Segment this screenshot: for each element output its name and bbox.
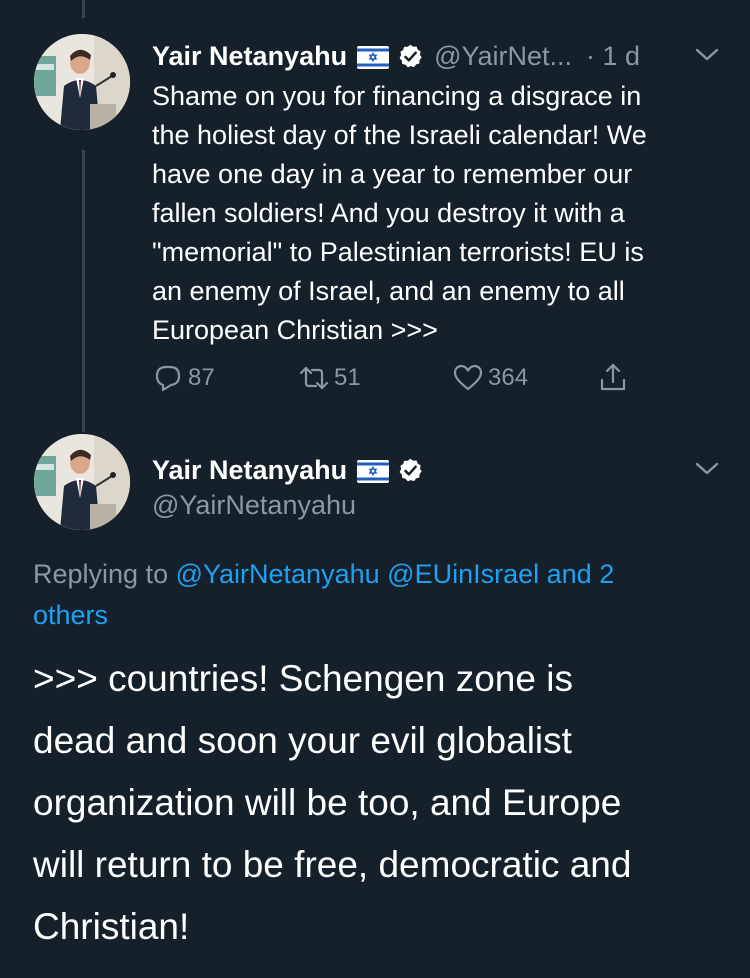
verified-badge-icon bbox=[397, 43, 424, 70]
reply-count: 87 bbox=[188, 364, 215, 391]
others-link-text: others bbox=[33, 600, 109, 630]
verified-badge-icon bbox=[397, 457, 424, 484]
like-count: 364 bbox=[488, 364, 529, 391]
mention-link[interactable]: @EUinIsrael bbox=[387, 559, 539, 589]
user-handle[interactable]: @YairNetanyahu bbox=[152, 490, 356, 521]
tweet-header: Yair Netanyahu @YairNet... · 1 d bbox=[152, 38, 640, 74]
tweet-text-line: an enemy of Israel, and an enemy to all bbox=[152, 276, 625, 306]
heart-icon bbox=[453, 364, 483, 391]
share-button[interactable] bbox=[597, 358, 633, 398]
mention-link[interactable]: @YairNetanyahu bbox=[176, 559, 380, 589]
tweet-text-line: Christian! bbox=[33, 906, 190, 947]
tweet-text: >>> countries! Schengen zone is dead and… bbox=[33, 648, 733, 958]
tweet-text-line: Shame on you for financing a disgrace in bbox=[152, 81, 642, 111]
avatar[interactable] bbox=[34, 434, 130, 530]
retweet-button[interactable]: 51 bbox=[298, 358, 361, 398]
display-name[interactable]: Yair Netanyahu bbox=[152, 41, 347, 72]
share-icon bbox=[600, 363, 626, 391]
chevron-down-icon[interactable] bbox=[694, 460, 720, 478]
avatar[interactable] bbox=[34, 34, 130, 130]
tweet-card-2[interactable]: Yair Netanyahu @YairNetanyahu Replying t… bbox=[0, 430, 750, 978]
tweet-text-line: >>> countries! Schengen zone is bbox=[33, 658, 573, 699]
avatar-image bbox=[34, 434, 130, 530]
tweet-header: Yair Netanyahu bbox=[152, 452, 424, 488]
reply-button[interactable]: 87 bbox=[152, 358, 215, 398]
replying-to: Replying to @YairNetanyahu @EUinIsrael a… bbox=[33, 554, 723, 636]
user-handle[interactable]: @YairNet... bbox=[434, 41, 572, 72]
chevron-down-icon[interactable] bbox=[694, 46, 720, 64]
tweet-text-line: will return to be free, democratic and bbox=[33, 844, 632, 885]
replying-to-label: Replying to bbox=[33, 559, 169, 589]
retweet-icon bbox=[299, 366, 329, 390]
display-name[interactable]: Yair Netanyahu bbox=[152, 455, 347, 486]
like-button[interactable]: 364 bbox=[452, 358, 528, 398]
tweet-text-line: "memorial" to Palestinian terrorists! EU… bbox=[152, 237, 644, 267]
reply-icon bbox=[155, 365, 181, 392]
israel-flag-icon bbox=[357, 459, 390, 483]
tweet-text-line: dead and soon your evil globalist bbox=[33, 720, 572, 761]
tweet-text-line: have one day in a year to remember our bbox=[152, 159, 633, 189]
tweet-text: Shame on you for financing a disgrace in… bbox=[152, 77, 732, 350]
retweet-count: 51 bbox=[334, 364, 361, 391]
tweet-text-line: organization will be too, and Europe bbox=[33, 782, 622, 823]
israel-flag-icon bbox=[357, 45, 390, 69]
others-link-text: and 2 bbox=[546, 559, 615, 589]
tweet-card-1[interactable]: Yair Netanyahu @YairNet... · 1 d Shame o… bbox=[0, 0, 750, 430]
tweet-text-line: European Christian >>> bbox=[152, 315, 438, 345]
tweet-text-line: the holiest day of the Israeli calendar!… bbox=[152, 120, 647, 150]
tweet-actions: 87 51 364 bbox=[152, 358, 652, 398]
avatar-image bbox=[34, 34, 130, 130]
tweet-text-line: fallen soldiers! And you destroy it with… bbox=[152, 198, 625, 228]
tweet-timestamp[interactable]: · 1 d bbox=[586, 41, 640, 72]
